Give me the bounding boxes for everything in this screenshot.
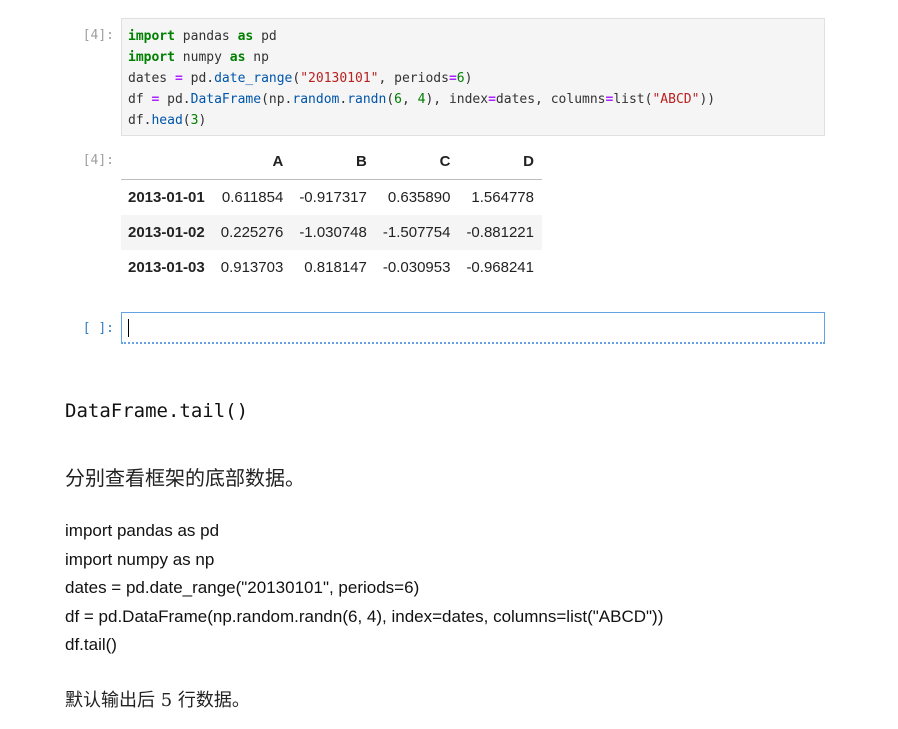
code-token: numpy — [174, 50, 230, 65]
index-header — [121, 144, 213, 180]
doc-code-line: import numpy as np — [65, 549, 215, 569]
code-line: import pandas as pd — [128, 26, 824, 47]
code-token: import — [128, 50, 175, 65]
column-header: C — [374, 144, 459, 180]
doc-description: 分别查看框架的底部数据。 — [65, 466, 305, 490]
table-cell: 0.635890 — [387, 189, 451, 206]
code-token: ( — [386, 92, 395, 107]
code-token: pd — [253, 29, 277, 44]
text-cursor — [128, 319, 129, 337]
code-cell-input[interactable]: import pandas as pd import numpy as np dat… — [121, 18, 825, 136]
code-token: DataFrame — [190, 92, 262, 107]
code-token: )) — [699, 92, 716, 107]
table-cell: -0.968241 — [466, 259, 534, 276]
output-prompt-4: [4]: — [82, 153, 114, 168]
table-cell: -1.507754 — [382, 224, 451, 241]
code-token: pandas — [174, 29, 238, 44]
doc-code-snippet: import pandas as pd import numpy as np dat… — [65, 517, 663, 660]
input-prompt-empty: [ ]: — [82, 321, 114, 336]
code-token: , periods — [378, 71, 449, 86]
code-token: date_range — [214, 71, 293, 86]
table-header-row: ABCD — [121, 144, 542, 180]
code-token: = — [174, 71, 183, 86]
code-token: 6 — [394, 92, 402, 107]
code-line: df = pd.DataFrame(np.random.randn(6, 4),… — [128, 89, 824, 110]
code-token: as — [229, 50, 246, 65]
code-token: pd. — [159, 92, 191, 107]
row-index-label: 2013-01-01 — [128, 189, 205, 206]
code-token: , — [401, 92, 418, 107]
code-token: dates — [128, 71, 175, 86]
column-header: B — [291, 144, 375, 180]
doc-heading: DataFrame.tail() — [65, 400, 249, 422]
code-token: 6 — [456, 71, 465, 86]
doc-code-line: import pandas as pd — [65, 521, 220, 540]
code-token: df. — [128, 113, 152, 128]
code-token: random — [292, 92, 340, 107]
doc-code-line: dates = pd.date_range("20130101", period… — [65, 578, 420, 597]
doc-note: 默认输出后 5 行数据。 — [65, 690, 250, 711]
code-line: df.head(3) — [128, 110, 824, 131]
code-token: ), index — [425, 92, 489, 107]
input-prompt-4: [4]: — [82, 28, 114, 43]
table-cell: -0.917317 — [299, 189, 367, 206]
code-token: (np. — [261, 92, 293, 107]
table-row: 2013-01-01 0.611854 -0.917317 0.635890 1.564… — [121, 180, 542, 216]
code-token: ) — [198, 113, 207, 128]
code-token: np — [245, 50, 269, 65]
code-token: df — [128, 92, 152, 107]
table-cell: 0.611854 — [221, 189, 284, 206]
table-cell: 0.818147 — [304, 259, 367, 276]
code-token: randn — [347, 92, 387, 107]
table-cell: -1.030748 — [299, 224, 367, 241]
column-header: D — [458, 144, 542, 180]
empty-code-cell[interactable] — [121, 312, 825, 344]
column-header: A — [212, 144, 292, 180]
table-cell: 0.225276 — [220, 224, 284, 241]
table-cell: -0.030953 — [382, 259, 451, 276]
doc-code-line: df.tail() — [65, 635, 117, 654]
code-token: ( — [182, 113, 191, 128]
table-cell: 1.564778 — [471, 189, 534, 206]
row-index-label: 2013-01-02 — [128, 224, 205, 241]
code-token: = — [448, 71, 457, 86]
code-token: as — [237, 29, 254, 44]
row-index-label: 2013-01-03 — [128, 259, 205, 276]
code-line: dates = pd.date_range("20130101", period… — [128, 68, 824, 89]
doc-code-line: df = pd.DataFrame(np.random.randn(6, 4),… — [65, 606, 664, 626]
code-token: ) — [464, 71, 473, 86]
code-editor[interactable]: import pandas as pd import numpy as np dat… — [128, 26, 824, 131]
table-cell: -0.881221 — [466, 224, 534, 241]
code-token: dates, columns — [495, 92, 606, 107]
code-token: import — [128, 29, 175, 44]
dataframe-output-table: ABCD 2013-01-01 0.611854 -0.917317 0.635890… — [121, 144, 542, 285]
code-token: . — [339, 92, 348, 107]
table-row: 2013-01-02 0.225276 -1.030748 -1.507754 -0.8… — [121, 215, 542, 250]
code-line: import numpy as np — [128, 47, 824, 68]
code-token: = — [488, 92, 496, 107]
table-row: 2013-01-03 0.913703 0.818147 -0.030953 -0.96… — [121, 250, 542, 285]
code-token: head — [151, 113, 183, 128]
code-token: "ABCD" — [652, 92, 700, 107]
table-cell: 0.913703 — [220, 259, 284, 276]
code-token: list( — [613, 92, 653, 107]
code-token: "20130101" — [300, 71, 379, 86]
code-token: pd. — [182, 71, 215, 86]
